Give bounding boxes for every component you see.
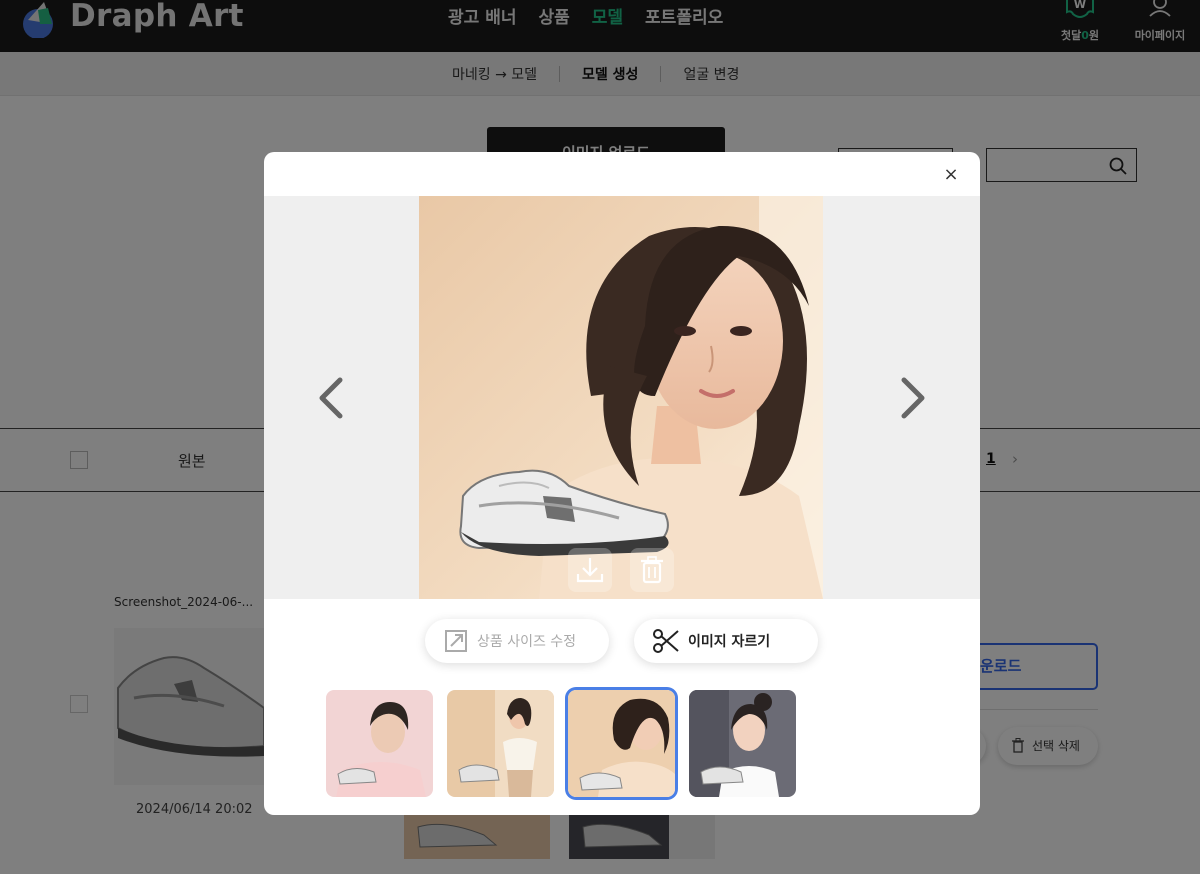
- image-viewer: [264, 196, 980, 599]
- close-icon[interactable]: ×: [940, 164, 962, 186]
- product-size-edit-label: 상품 사이즈 수정: [477, 634, 577, 650]
- model-bun-hair-gray-thumbnail[interactable]: [689, 690, 796, 797]
- product-size-edit-button[interactable]: 상품 사이즈 수정: [425, 619, 609, 663]
- model-preview-image: [419, 196, 823, 599]
- chevron-right-icon[interactable]: [892, 374, 932, 422]
- model-male-pink-thumbnail[interactable]: [326, 690, 433, 797]
- image-crop-label: 이미지 자르기: [688, 634, 771, 650]
- model-full-body-beige-thumbnail[interactable]: [447, 690, 554, 797]
- image-preview-modal: × 상품 사이즈 수정 이미지 자르기: [264, 152, 980, 815]
- download-icon[interactable]: [568, 548, 612, 592]
- model-short-hair-thumbnail[interactable]: [568, 690, 675, 797]
- result-thumbnail-list: [326, 690, 796, 797]
- image-crop-button[interactable]: 이미지 자르기: [634, 619, 818, 663]
- trash-icon[interactable]: [630, 548, 674, 592]
- scissors-icon: [653, 629, 679, 653]
- chevron-left-icon[interactable]: [312, 374, 352, 422]
- resize-icon: [445, 630, 467, 652]
